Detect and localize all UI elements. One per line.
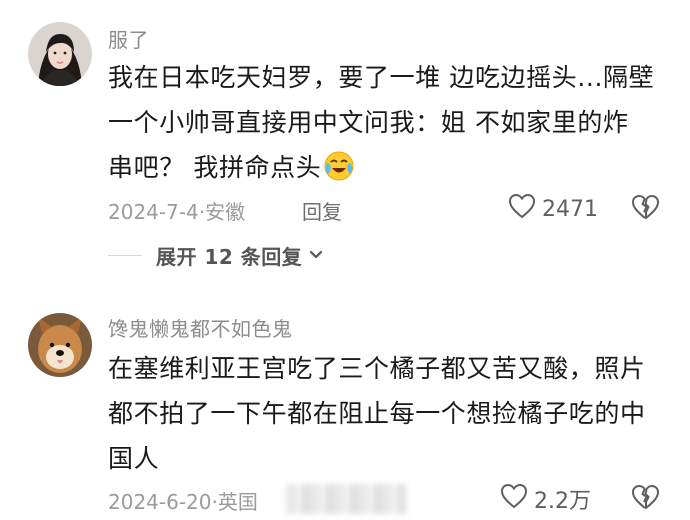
reply-button[interactable]: 回复	[302, 196, 342, 225]
comment-feed: 服了 我在日本吃天妇罗，要了一堆 边吃边摇头...隔壁 一个小帅哥直接用中文问我…	[0, 0, 690, 520]
heart-icon	[508, 193, 536, 225]
like-button[interactable]: 2471	[508, 193, 598, 225]
comment-date-location: 2024-7-4·安徽	[108, 200, 246, 224]
comment-text-line: 我在日本吃天妇罗，要了一堆 边吃边摇头...隔壁	[108, 63, 655, 92]
username[interactable]: 馋鬼懒鬼都不如色鬼	[108, 313, 293, 342]
crying-laughing-emoji-icon	[323, 150, 355, 182]
comment-text: 在塞维利亚王宫吃了三个橘子都又苦又酸，照片 都不拍了一下午都在阻止每一个想捡橘子…	[108, 346, 668, 481]
expand-replies-button[interactable]: 展开 12 条回复	[108, 241, 324, 270]
like-count: 2471	[542, 196, 598, 222]
chevron-down-icon	[308, 246, 324, 265]
like-button[interactable]: 2.2万	[500, 483, 591, 515]
comment-text-line: 串吧？ 我拼命点头	[108, 145, 668, 190]
comment-date-location: 2024-6-20·英国	[108, 490, 258, 514]
dislike-button[interactable]	[630, 483, 660, 515]
blurred-overlay	[286, 484, 406, 514]
heart-icon	[500, 483, 528, 515]
comment-text-line: 国人	[108, 444, 160, 473]
comment-text-line: 一个小帅哥直接用中文问我：姐 不如家里的炸	[108, 108, 629, 137]
comment-text-line: 都不拍了一下午都在阻止每一个想捡橘子吃的中	[108, 399, 646, 428]
broken-heart-icon	[630, 485, 660, 515]
comment-text: 我在日本吃天妇罗，要了一堆 边吃边摇头...隔壁 一个小帅哥直接用中文问我：姐 …	[108, 55, 668, 190]
comment-text-segment: 串吧？ 我拼命点头	[108, 153, 322, 182]
dislike-button[interactable]	[630, 193, 660, 225]
avatar[interactable]	[28, 313, 92, 377]
divider	[108, 255, 142, 256]
avatar[interactable]	[28, 22, 92, 86]
username[interactable]: 服了	[108, 24, 149, 53]
comment-text-line: 在塞维利亚王宫吃了三个橘子都又苦又酸，照片	[108, 354, 646, 383]
broken-heart-icon	[630, 195, 660, 225]
like-count: 2.2万	[534, 489, 591, 514]
expand-replies-label: 展开 12 条回复	[156, 245, 303, 269]
